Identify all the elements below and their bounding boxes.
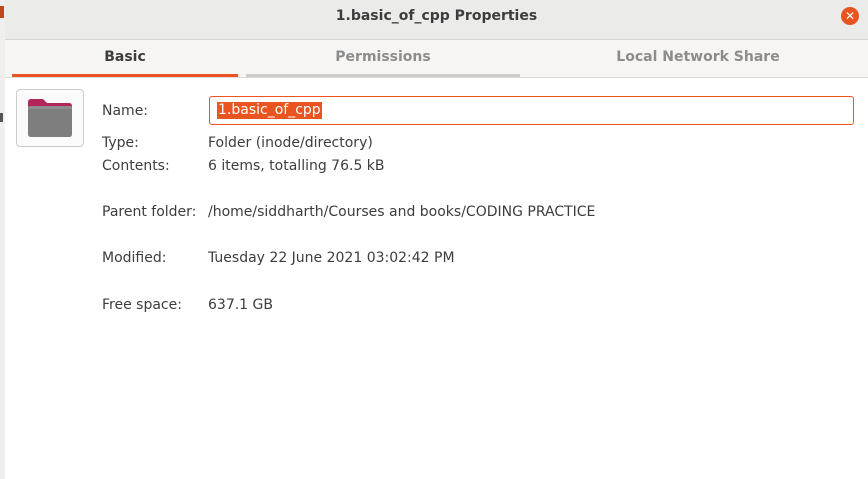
titlebar: 1.basic_of_cpp Properties ✕ <box>5 0 868 40</box>
name-input[interactable]: 1.basic_of_cpp <box>209 96 854 125</box>
properties-dialog: 1.basic_of_cpp Properties ✕ Basic Permis… <box>5 0 868 479</box>
folder-icon <box>28 99 72 137</box>
type-value: Folder (inode/directory) <box>208 135 373 151</box>
close-button[interactable]: ✕ <box>841 7 859 25</box>
tab-permissions-label: Permissions <box>335 49 431 65</box>
contents-label: Contents: <box>102 158 170 174</box>
modified-value: Tuesday 22 June 2021 03:02:42 PM <box>208 250 455 266</box>
tab-local-network-share[interactable]: Local Network Share <box>528 40 868 77</box>
folder-icon-button[interactable] <box>16 89 84 147</box>
parent-folder-label: Parent folder: <box>102 204 197 220</box>
type-label: Type: <box>102 135 139 151</box>
name-input-value: 1.basic_of_cpp <box>217 102 322 119</box>
tab-basic[interactable]: Basic <box>12 40 238 77</box>
close-icon: ✕ <box>844 9 856 23</box>
dialog-title: 1.basic_of_cpp Properties <box>335 8 538 24</box>
modified-label: Modified: <box>102 250 167 266</box>
name-label: Name: <box>102 103 149 119</box>
tab-permissions[interactable]: Permissions <box>246 40 520 77</box>
tab-bar: Basic Permissions Local Network Share <box>5 40 868 78</box>
free-space-value: 637.1 GB <box>208 297 273 313</box>
tab-local-network-share-label: Local Network Share <box>616 49 780 65</box>
contents-value: 6 items, totalling 76.5 kB <box>208 158 385 174</box>
tab-basic-label: Basic <box>104 49 146 65</box>
free-space-label: Free space: <box>102 297 182 313</box>
parent-folder-value: /home/siddharth/Courses and books/CODING… <box>208 204 596 220</box>
